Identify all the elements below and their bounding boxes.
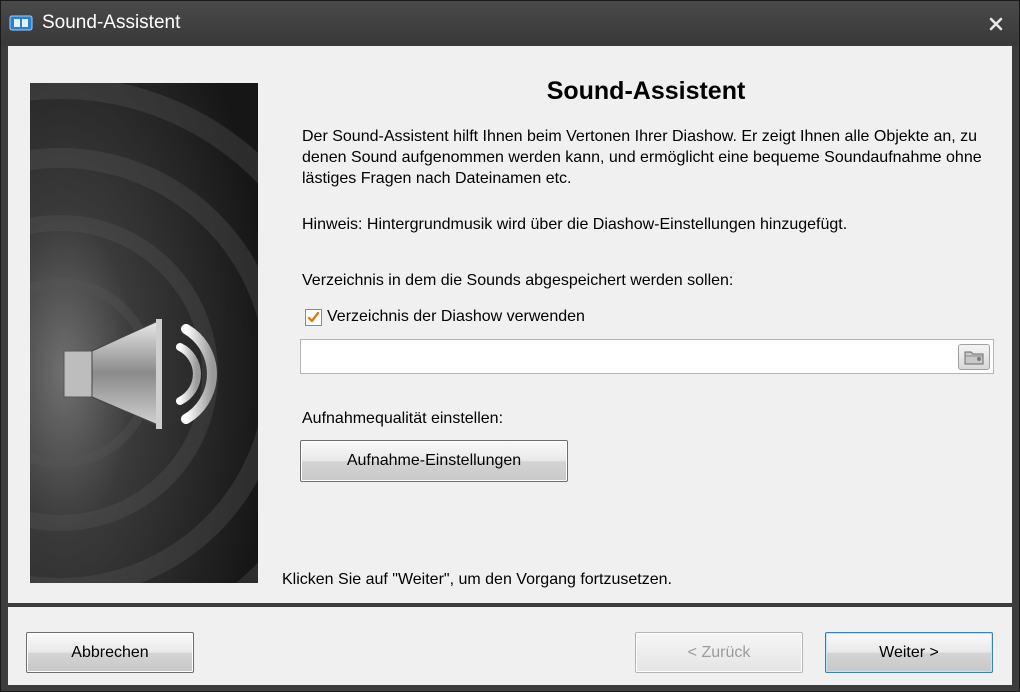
sound-assistant-window: Sound-Assistent Sound-Assistent Der Soun… bbox=[0, 0, 1020, 692]
wizard-footer: Abbrechen < Zurück Weiter > bbox=[8, 607, 1012, 685]
checkmark-icon bbox=[307, 311, 320, 322]
title-bar[interactable]: Sound-Assistent bbox=[1, 1, 1019, 45]
close-icon bbox=[989, 17, 1003, 31]
use-show-directory-label: Verzeichnis der Diashow verwenden bbox=[327, 308, 585, 325]
next-button[interactable]: Weiter > bbox=[825, 632, 993, 673]
use-show-directory-checkbox-row[interactable]: Verzeichnis der Diashow verwenden bbox=[305, 307, 585, 327]
intro-text: Der Sound-Assistent hilft Ihnen beim Ver… bbox=[302, 128, 982, 187]
browse-folder-button[interactable] bbox=[958, 344, 990, 370]
use-show-directory-checkbox[interactable] bbox=[305, 308, 322, 326]
directory-label: Verzeichnis in dem die Sounds abgespeich… bbox=[302, 272, 734, 289]
speaker-icon bbox=[30, 83, 258, 583]
slideshow-icon bbox=[9, 15, 33, 31]
directory-path-field bbox=[300, 339, 994, 374]
wizard-heading: Sound-Assistent bbox=[546, 77, 746, 105]
speaker-banner bbox=[30, 83, 258, 583]
hint-text: Hinweis: Hintergrundmusik wird über die … bbox=[302, 216, 848, 233]
cancel-button[interactable]: Abbrechen bbox=[26, 632, 194, 673]
quality-label: Aufnahmequalität einstellen: bbox=[302, 410, 504, 427]
recording-settings-button[interactable]: Aufnahme-Einstellungen bbox=[300, 440, 568, 482]
wizard-content: Sound-Assistent Der Sound-Assistent hilf… bbox=[8, 46, 1012, 603]
close-button[interactable] bbox=[983, 11, 1009, 37]
continue-hint: Klicken Sie auf "Weiter", um den Vorgang… bbox=[282, 571, 672, 588]
directory-path-input[interactable] bbox=[303, 342, 953, 371]
back-button[interactable]: < Zurück bbox=[635, 632, 803, 673]
window-title: Sound-Assistent bbox=[42, 12, 181, 33]
folder-icon bbox=[964, 351, 984, 365]
